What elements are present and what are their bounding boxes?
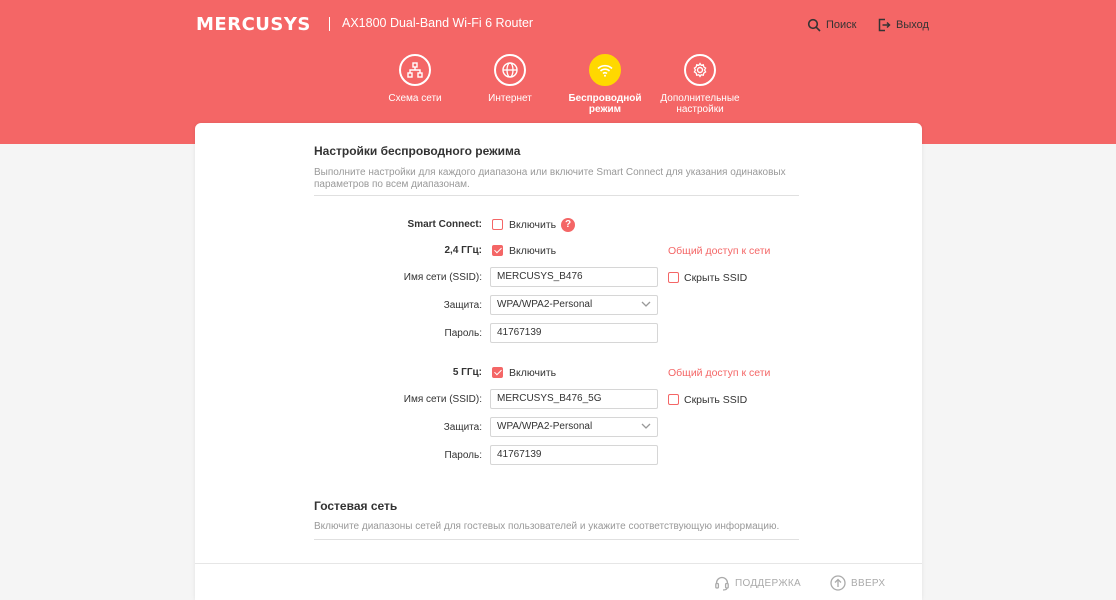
section-divider [314, 195, 799, 196]
band5-security-label: Защита: [443, 422, 482, 433]
nav-advanced[interactable]: Дополнительные настройки [655, 54, 745, 115]
smart-connect-label: Smart Connect: [407, 219, 482, 230]
band24-hide-ssid-checkbox[interactable] [668, 272, 679, 283]
support-button[interactable]: ПОДДЕРЖКА [714, 575, 801, 591]
band24-label: 2,4 ГГц: [444, 245, 483, 256]
band24-enable-checkbox[interactable] [492, 245, 503, 256]
band5-enable-checkbox[interactable] [492, 367, 503, 378]
band24-ssid-label: Имя сети (SSID): [403, 272, 482, 283]
gear-icon [684, 54, 716, 86]
band5-hide-ssid-label: Скрыть SSID [684, 394, 748, 406]
logout-icon [878, 18, 891, 32]
nav-network-map-label: Схема сети [388, 93, 442, 104]
band5-share-link[interactable]: Общий доступ к сети [668, 367, 770, 379]
header-separator [329, 17, 330, 31]
band5-hide-ssid-checkbox[interactable] [668, 394, 679, 405]
support-label: ПОДДЕРЖКА [735, 577, 801, 589]
smart-connect-enable-label: Включить [509, 219, 557, 231]
search-icon [807, 18, 821, 32]
help-icon[interactable]: ? [561, 218, 575, 232]
guest-network-title: Гостевая сеть [314, 499, 398, 513]
nav-internet[interactable]: Интернет [465, 54, 555, 104]
band24-password-input[interactable]: 41767139 [490, 323, 658, 343]
chevron-down-icon [641, 301, 651, 307]
band24-ssid-input[interactable]: MERCUSYS_B476 [490, 267, 658, 287]
chevron-down-icon [641, 423, 651, 429]
headset-icon [715, 576, 729, 591]
band5-ssid-label: Имя сети (SSID): [403, 394, 482, 405]
brand-logo: MERCUSYS [196, 14, 311, 35]
arrow-up-icon [830, 575, 846, 591]
band24-password-label: Пароль: [444, 328, 482, 339]
nav-advanced-label: Дополнительные настройки [660, 93, 740, 115]
wireless-settings-title: Настройки беспроводного режима [314, 144, 521, 158]
network-map-icon [399, 54, 431, 86]
logout-label: Выход [896, 19, 929, 31]
logout-button[interactable]: Выход [877, 18, 929, 32]
section-divider [314, 539, 799, 540]
band5-password-input[interactable]: 41767139 [490, 445, 658, 465]
band24-security-value: WPA/WPA2-Personal [497, 299, 593, 310]
wifi-icon [589, 54, 621, 86]
band5-security-select[interactable]: WPA/WPA2-Personal [490, 417, 658, 437]
band24-hide-ssid-label: Скрыть SSID [684, 272, 748, 284]
band5-security-value: WPA/WPA2-Personal [497, 421, 593, 432]
band24-security-label: Защита: [443, 300, 482, 311]
band24-security-select[interactable]: WPA/WPA2-Personal [490, 295, 658, 315]
guest-network-desc: Включите диапазоны сетей для гостевых по… [314, 521, 780, 532]
nav-network-map[interactable]: Схема сети [370, 54, 460, 104]
nav-wireless[interactable]: Беспроводной режим [560, 54, 650, 115]
back-to-top-label: ВВЕРХ [851, 577, 886, 589]
wireless-settings-desc: Выполните настройки для каждого диапазон… [314, 167, 786, 190]
nav-wireless-label: Беспроводной режим [568, 93, 642, 115]
globe-icon [494, 54, 526, 86]
band24-enable-label: Включить [509, 245, 557, 257]
band5-password-label: Пароль: [444, 450, 482, 461]
nav-internet-label: Интернет [488, 93, 532, 104]
footer-bar: ПОДДЕРЖКА ВВЕРХ [195, 563, 922, 600]
smart-connect-checkbox[interactable] [492, 219, 503, 230]
router-model: AX1800 Dual-Band Wi-Fi 6 Router [342, 16, 534, 30]
band5-ssid-input[interactable]: MERCUSYS_B476_5G [490, 389, 658, 409]
band24-share-link[interactable]: Общий доступ к сети [668, 245, 770, 257]
band5-label: 5 ГГц: [452, 367, 482, 378]
search-button[interactable]: Поиск [807, 18, 856, 32]
back-to-top-button[interactable]: ВВЕРХ [830, 575, 885, 591]
band5-enable-label: Включить [509, 367, 557, 379]
search-label: Поиск [826, 19, 857, 31]
